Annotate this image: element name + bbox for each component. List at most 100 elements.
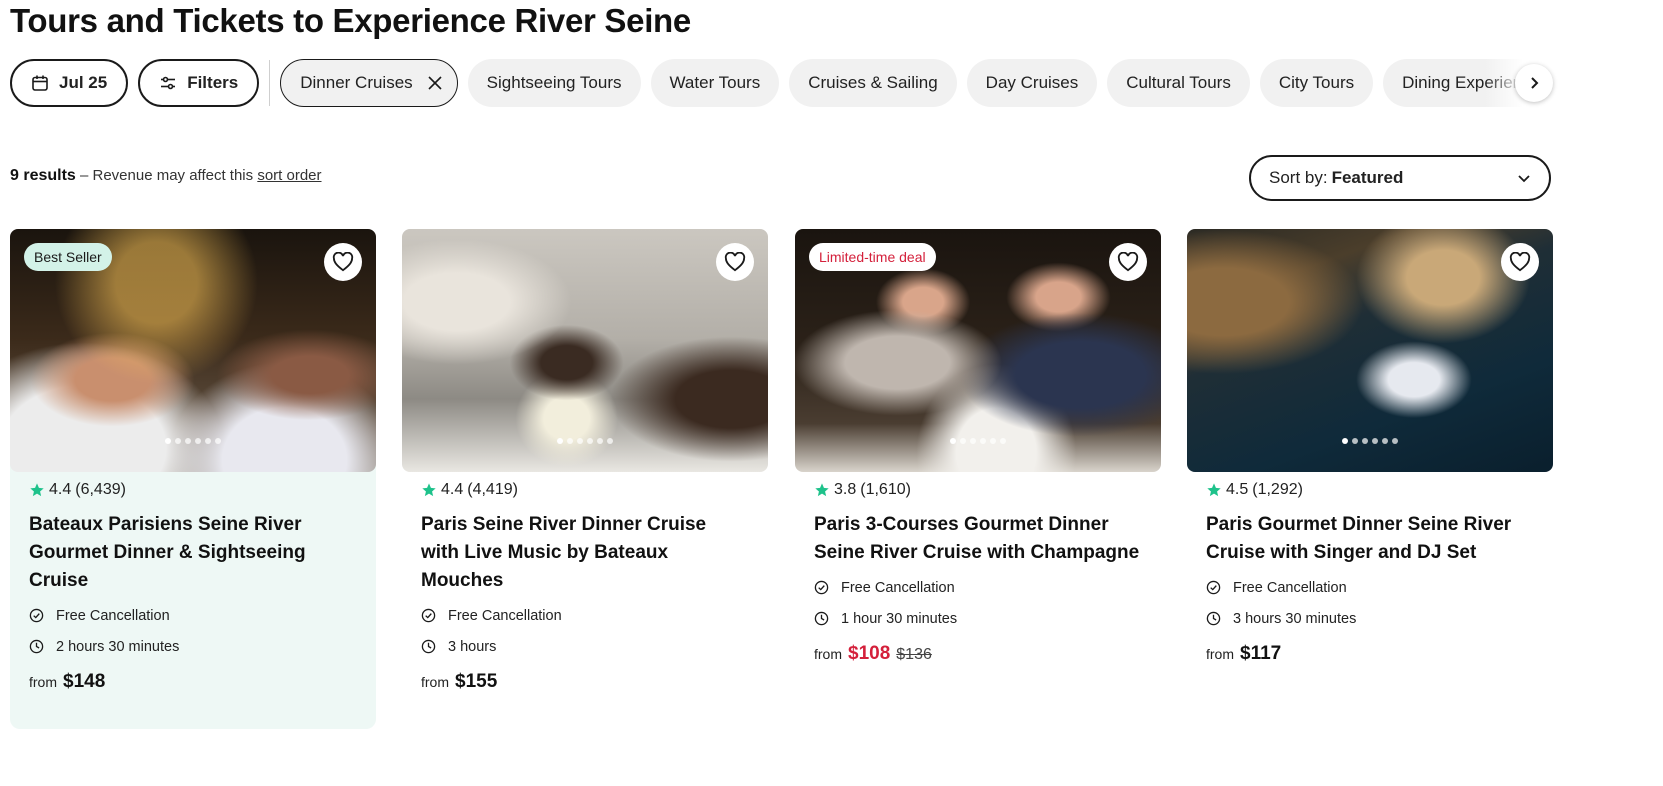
product-image[interactable] <box>402 229 768 472</box>
wishlist-button[interactable] <box>1501 243 1539 281</box>
review-count: (6,439) <box>75 481 126 498</box>
price-from-label: from <box>29 674 57 690</box>
chip-scroll-next-button[interactable] <box>1515 64 1553 102</box>
image-carousel-dots[interactable] <box>950 438 1006 444</box>
heart-icon <box>1509 252 1531 272</box>
chip-day-cruises[interactable]: Day Cruises <box>966 59 1098 107</box>
duration: 2 hours 30 minutes <box>29 636 357 657</box>
filter-chip-row: Jul 25 Filters Dinner Cruises Sightseein… <box>10 59 1555 107</box>
rating-value: 4.4 <box>49 481 72 498</box>
review-count: (4,419) <box>467 481 518 498</box>
price: from $117 <box>1206 643 1534 665</box>
rating-value: 4.5 <box>1226 481 1249 498</box>
image-carousel-dots[interactable] <box>1342 438 1398 444</box>
price-amount: $117 <box>1240 643 1282 664</box>
sale-price: $108 <box>848 643 891 664</box>
sort-dropdown[interactable]: Sort by: Featured <box>1249 155 1551 201</box>
star-icon <box>814 482 830 498</box>
image-carousel-dots[interactable] <box>165 438 221 444</box>
product-title[interactable]: Paris Seine River Dinner Cruise with Liv… <box>421 511 749 595</box>
filters-label: Filters <box>187 73 239 92</box>
star-icon <box>421 482 437 498</box>
chevron-right-icon <box>1527 76 1541 90</box>
free-cancellation: Free Cancellation <box>29 605 357 626</box>
duration: 1 hour 30 minutes <box>814 608 1142 629</box>
clock-icon <box>1206 611 1221 626</box>
sort-value: Featured <box>1331 168 1404 187</box>
duration-label: 1 hour 30 minutes <box>841 610 958 627</box>
chip-dinner-cruises[interactable]: Dinner Cruises <box>280 59 458 107</box>
wishlist-button[interactable] <box>324 243 362 281</box>
wishlist-button[interactable] <box>716 243 754 281</box>
product-title[interactable]: Bateaux Parisiens Seine River Gourmet Di… <box>29 511 357 595</box>
free-cancellation-label: Free Cancellation <box>1233 579 1347 596</box>
chip-sightseeing-tours[interactable]: Sightseeing Tours <box>467 59 641 107</box>
clock-icon <box>29 639 44 654</box>
product-title[interactable]: Paris 3-Courses Gourmet Dinner Seine Riv… <box>814 511 1142 567</box>
heart-icon <box>1117 252 1139 272</box>
close-icon[interactable] <box>427 75 443 91</box>
duration-label: 3 hours 30 minutes <box>1233 610 1357 627</box>
chip-label: Dinner Cruises <box>300 73 413 92</box>
filters-button[interactable]: Filters <box>138 59 260 107</box>
limited-deal-badge: Limited-time deal <box>809 243 936 271</box>
clock-icon <box>814 611 829 626</box>
product-title[interactable]: Paris Gourmet Dinner Seine River Cruise … <box>1206 511 1534 567</box>
wishlist-button[interactable] <box>1109 243 1147 281</box>
duration: 3 hours <box>421 636 749 657</box>
rating: 4.4 (6,439) <box>29 481 357 499</box>
free-cancellation: Free Cancellation <box>1206 577 1534 598</box>
price: from $148 <box>29 671 357 693</box>
rating: 4.5 (1,292) <box>1206 481 1534 499</box>
star-icon <box>1206 482 1222 498</box>
price: from $155 <box>421 671 749 693</box>
review-count: (1,610) <box>860 481 911 498</box>
duration-label: 3 hours <box>448 638 497 655</box>
free-cancellation: Free Cancellation <box>814 577 1142 598</box>
product-image[interactable]: Limited-time deal <box>795 229 1161 472</box>
duration: 3 hours 30 minutes <box>1206 608 1534 629</box>
price-amount: $155 <box>455 671 498 692</box>
rating-value: 4.4 <box>441 481 464 498</box>
best-seller-badge: Best Seller <box>24 243 112 271</box>
free-cancellation-label: Free Cancellation <box>841 579 955 596</box>
check-circle-icon <box>29 608 44 623</box>
star-icon <box>29 482 45 498</box>
sort-prefix: Sort by: <box>1269 168 1328 187</box>
heart-icon <box>724 252 746 272</box>
product-card[interactable]: 4.5 (1,292) Paris Gourmet Dinner Seine R… <box>1187 229 1553 665</box>
check-circle-icon <box>814 580 829 595</box>
price-amount: $148 <box>63 671 106 692</box>
date-label: Jul 25 <box>59 73 108 92</box>
image-carousel-dots[interactable] <box>557 438 613 444</box>
price-from-label: from <box>421 674 449 690</box>
product-card[interactable]: Limited-time deal 3.8 (1,610) Paris 3-Co… <box>795 229 1161 665</box>
chevron-down-icon <box>1517 171 1531 185</box>
rating: 3.8 (1,610) <box>814 481 1142 499</box>
sliders-icon <box>159 74 177 92</box>
chip-cultural-tours[interactable]: Cultural Tours <box>1107 59 1250 107</box>
calendar-icon <box>31 74 49 92</box>
price: from $108 $136 <box>814 643 1142 665</box>
clock-icon <box>421 639 436 654</box>
results-summary: 9 results – Revenue may affect this sort… <box>10 167 322 185</box>
check-circle-icon <box>421 608 436 623</box>
original-price: $136 <box>896 646 932 663</box>
heart-icon <box>332 252 354 272</box>
chip-divider <box>269 60 271 106</box>
product-image[interactable] <box>1187 229 1553 472</box>
rating-value: 3.8 <box>834 481 857 498</box>
chip-city-tours[interactable]: City Tours <box>1259 59 1374 107</box>
chip-cruises-sailing[interactable]: Cruises & Sailing <box>789 59 957 107</box>
free-cancellation-label: Free Cancellation <box>448 607 562 624</box>
product-card[interactable]: Best Seller 4.4 (6,439) Bateaux Parisien… <box>10 229 376 729</box>
chip-water-tours[interactable]: Water Tours <box>650 59 780 107</box>
price-from-label: from <box>814 646 842 662</box>
duration-label: 2 hours 30 minutes <box>56 638 180 655</box>
date-picker-button[interactable]: Jul 25 <box>10 59 129 107</box>
sort-order-link[interactable]: sort order <box>257 167 321 184</box>
product-card[interactable]: 4.4 (4,419) Paris Seine River Dinner Cru… <box>402 229 768 693</box>
page-title: Tours and Tickets to Experience River Se… <box>10 2 691 39</box>
free-cancellation: Free Cancellation <box>421 605 749 626</box>
product-image[interactable]: Best Seller <box>10 229 376 472</box>
